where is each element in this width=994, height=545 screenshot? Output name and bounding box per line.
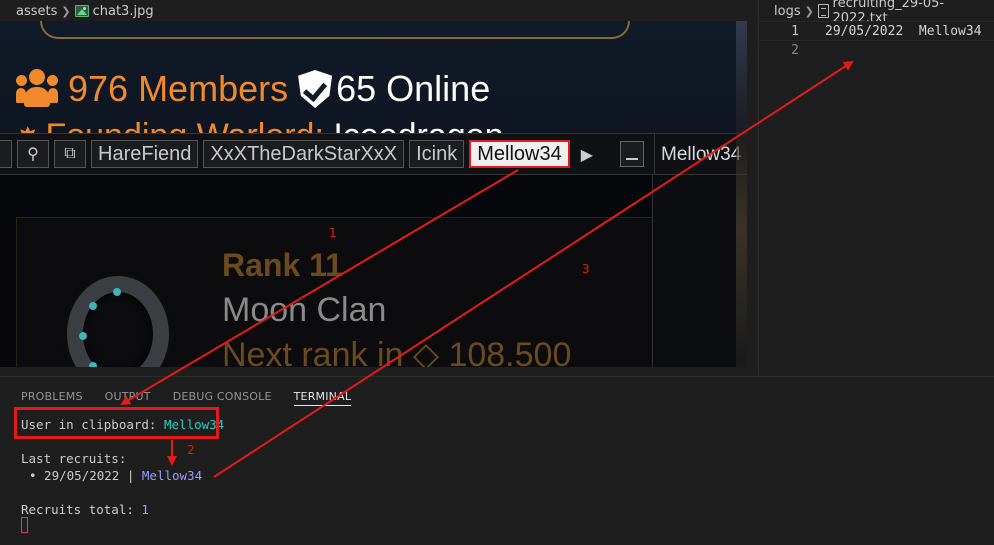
line-number: 1 [791, 23, 799, 39]
annotation-label-1: 1 [329, 226, 337, 240]
play-arrow-icon[interactable]: ▶ [581, 145, 593, 164]
chat-tab-mellow34[interactable]: Mellow34 [469, 140, 570, 168]
file-text-icon [817, 4, 829, 18]
shield-check-icon [298, 70, 333, 108]
members-row: 976 Members 65 Online [16, 67, 490, 111]
terminal-cursor[interactable] [21, 517, 28, 533]
text-editor-pane: logs ❯ recruiting_29-05-2022.txt 1 29/05… [758, 0, 994, 375]
breadcrumb-folder[interactable]: assets [16, 4, 57, 19]
people-icon [16, 69, 58, 109]
annotation-label-2: 2 [187, 443, 195, 457]
breadcrumb: assets ❯ chat3.jpg [0, 0, 154, 22]
background-art [736, 21, 747, 367]
tab-edge-button[interactable] [0, 140, 12, 168]
code-line[interactable]: 2 [759, 40, 994, 60]
tab-terminal[interactable]: TERMINAL [293, 390, 352, 406]
chat-tab-harefiend[interactable]: HareFiend [91, 140, 199, 168]
breadcrumb-file[interactable]: chat3.jpg [93, 4, 154, 19]
image-icon [74, 5, 89, 17]
line-number: 2 [791, 42, 799, 58]
terminal-recruit-line: • 29/05/2022 | Mellow34 [29, 468, 203, 483]
log-breadcrumb: logs ❯ recruiting_29-05-2022.txt [759, 0, 994, 26]
next-rank: Next rank in ◇ 108.500 [222, 336, 572, 367]
expand-icon[interactable]: ⧉ [54, 140, 86, 168]
search-icon[interactable]: ⚲ [17, 140, 49, 168]
annotation-label-3: 3 [582, 262, 590, 276]
clan-name: Moon Clan [222, 291, 387, 329]
banner-frame [40, 21, 630, 39]
panel-tabs: PROBLEMS OUTPUT DEBUG CONSOLE TERMINAL [21, 390, 352, 406]
terminal-total-line: Recruits total: 1 [21, 502, 149, 517]
recruits-total: 1 [141, 502, 149, 517]
terminal-recruits-title: Last recruits: [21, 451, 127, 466]
game-screenshot: 976 Members 65 Online ✸Founding Warlord:… [0, 21, 747, 367]
chevron-right-icon: ❯ [804, 4, 814, 18]
tab-output[interactable]: OUTPUT [105, 390, 151, 406]
minimize-button[interactable] [620, 141, 644, 167]
chat-tab-xxxthedarkstarxxx[interactable]: XxXTheDarkStarXxX [203, 140, 405, 168]
chat-tabs-bar: ⚲ ⧉ HareFiend XxXTheDarkStarXxX Icink Me… [0, 133, 747, 176]
online-count: 65 Online [336, 68, 491, 109]
tab-debug-console[interactable]: DEBUG CONSOLE [173, 390, 272, 406]
clan-header: 976 Members 65 Online ✸Founding Warlord:… [0, 21, 747, 147]
code-line[interactable]: 1 29/05/2022 Mellow34 [759, 21, 994, 41]
breadcrumb-folder[interactable]: logs [774, 4, 801, 19]
tab-problems[interactable]: PROBLEMS [21, 390, 83, 406]
annotation-box-clipboard [14, 407, 219, 439]
side-chat-panel [652, 175, 747, 367]
ring-icon [67, 276, 169, 367]
members-count: 976 Members [68, 68, 289, 109]
chat-window-title: Mellow34 [654, 134, 747, 176]
rank-title: Rank 11 [222, 247, 343, 283]
recruit-user: Mellow34 [141, 468, 203, 483]
bottom-panel: PROBLEMS OUTPUT DEBUG CONSOLE TERMINAL U… [0, 376, 994, 545]
image-editor-pane: assets ❯ chat3.jpg 976 Members 65 Online [0, 0, 757, 375]
chat-tab-icink[interactable]: Icink [409, 140, 465, 168]
chevron-right-icon: ❯ [61, 4, 71, 18]
line-text: 29/05/2022 Mellow34 [825, 23, 982, 39]
